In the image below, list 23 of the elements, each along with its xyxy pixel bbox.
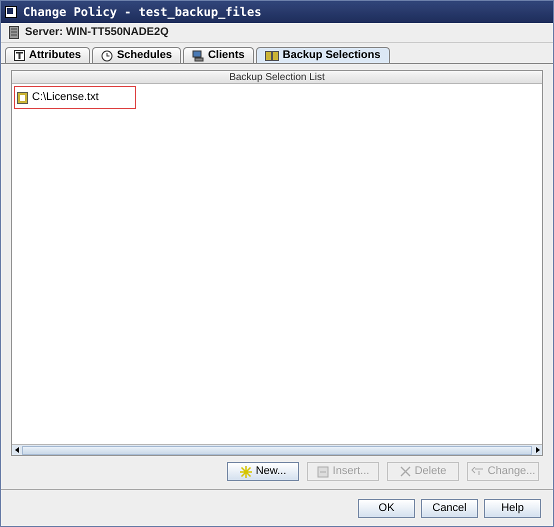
list-item[interactable]: C:\License.txt <box>14 86 136 109</box>
window-title: Change Policy - test_backup_files <box>23 4 262 21</box>
dialog-button[interactable]: Help <box>484 498 541 518</box>
sparkle-icon <box>240 466 252 478</box>
document-icon <box>316 466 329 478</box>
file-icon <box>17 92 28 104</box>
tab[interactable]: Clients <box>182 47 254 63</box>
folders-icon <box>264 50 279 61</box>
tab[interactable]: Schedules <box>92 47 181 63</box>
dialog-button[interactable]: OK <box>358 498 415 518</box>
clock-icon <box>100 50 113 62</box>
cross-icon <box>400 466 411 477</box>
server-label: Server: WIN-TT550NADE2Q <box>25 25 169 40</box>
dialog-button[interactable]: Cancel <box>421 498 478 518</box>
tab[interactable]: Backup Selections <box>256 47 390 63</box>
window-icon <box>5 6 17 18</box>
action-button[interactable]: New... <box>227 462 299 481</box>
arrow-icon <box>470 467 484 476</box>
server-icon <box>9 26 19 39</box>
file-name: C:\License.txt <box>32 90 99 106</box>
form-icon <box>14 50 25 61</box>
column-header: Backup Selection List <box>12 71 542 84</box>
tab[interactable]: Attributes <box>5 47 90 63</box>
